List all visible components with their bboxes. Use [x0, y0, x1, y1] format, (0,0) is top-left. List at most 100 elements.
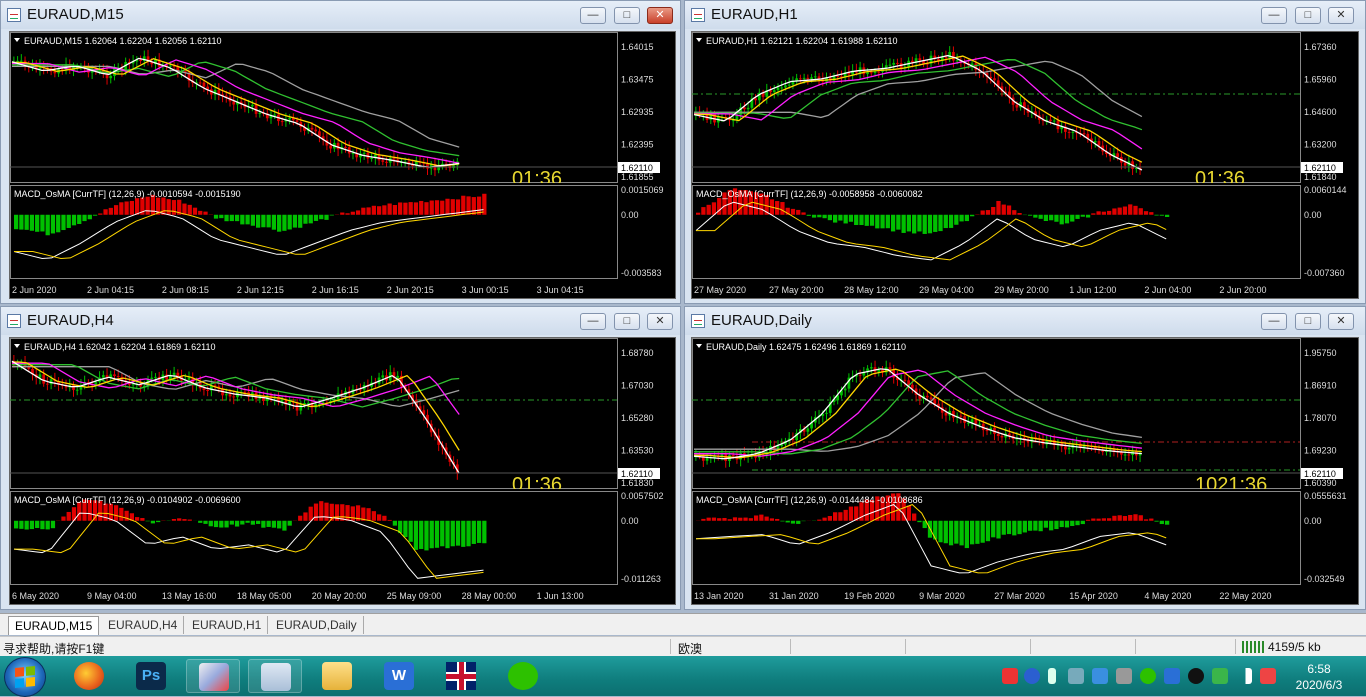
tab-euraud-h4[interactable]: EURAUD,H4 [102, 616, 184, 634]
macd-histogram-bar [707, 205, 711, 215]
candle-body [859, 375, 862, 376]
chart-area[interactable]: EURAUD,M15 1.62064 1.62204 1.62056 1.621… [9, 31, 676, 299]
time-axis-label: 29 May 20:00 [994, 285, 1049, 295]
security-icon[interactable] [1212, 668, 1228, 684]
close-button[interactable]: ✕ [1328, 313, 1354, 330]
macd-axis-label: -0.003583 [621, 268, 662, 278]
macd-histogram-bar [256, 215, 260, 228]
qq-icon[interactable] [1188, 668, 1204, 684]
window-titlebar[interactable]: EURAUD,H4 — □ ✕ [1, 307, 680, 335]
taskbar-app[interactable] [186, 659, 240, 693]
close-button[interactable]: ✕ [1328, 7, 1354, 24]
taskbar-app[interactable] [496, 659, 550, 693]
macd-histogram-bar [754, 515, 758, 520]
maximize-button[interactable]: □ [614, 313, 640, 330]
maximize-button[interactable]: □ [1295, 313, 1321, 330]
candle-body [154, 377, 157, 378]
candle-body [892, 63, 895, 65]
bar-timer: 1021:36 [1195, 474, 1267, 496]
macd-histogram-bar [1007, 205, 1011, 214]
signal-icon[interactable] [1236, 668, 1252, 684]
network-icon[interactable] [1116, 668, 1132, 684]
taskbar-clock[interactable]: 6:58 2020/6/3 [1284, 661, 1354, 693]
candle-body [1071, 132, 1074, 133]
metatrader-icon [261, 663, 291, 691]
candle-body [139, 60, 142, 61]
minimize-button[interactable]: — [1261, 313, 1287, 330]
chart-window-m15[interactable]: EURAUD,M15 — □ ✕ EURAUD,M15 1.62064 1.62… [0, 0, 681, 304]
price-axis-label: 1.64015 [621, 42, 654, 52]
tab-euraud-h1[interactable]: EURAUD,H1 [186, 616, 268, 634]
time-axis-label: 20 May 20:00 [312, 591, 367, 601]
taskbar-app[interactable] [434, 659, 488, 693]
macd-histogram-bar [1028, 215, 1032, 216]
help-icon[interactable] [1024, 668, 1040, 684]
status-divider [790, 639, 791, 654]
shield-icon[interactable] [1092, 668, 1108, 684]
chart-window-h4[interactable]: EURAUD,H4 — □ ✕ EURAUD,H4 1.62042 1.6220… [0, 306, 681, 610]
macd-histogram-bar [1154, 215, 1158, 216]
start-button[interactable] [4, 657, 46, 697]
status-divider [1135, 639, 1136, 654]
macd-info: MACD_OsMA [CurrTF] (12,26,9) -0.0144484 … [696, 495, 923, 505]
macd-histogram-bar [991, 521, 995, 538]
price-chart[interactable]: EURAUD,H1 1.62121 1.62204 1.61988 1.6211… [692, 32, 1358, 298]
minimize-button[interactable]: — [1261, 7, 1287, 24]
tray-expand-icon[interactable] [1048, 668, 1056, 684]
maximize-button[interactable]: □ [1295, 7, 1321, 24]
macd-histogram-bar [119, 202, 123, 214]
chart-area[interactable]: EURAUD,Daily 1.62475 1.62496 1.61869 1.6… [691, 337, 1359, 605]
chart-area[interactable]: EURAUD,H4 1.62042 1.62204 1.61869 1.6211… [9, 337, 676, 605]
macd-histogram-bar [277, 215, 281, 232]
macd-histogram-bar [738, 518, 742, 521]
macd-histogram-bar [140, 518, 144, 521]
volume-icon[interactable] [1260, 668, 1276, 684]
taskbar-app[interactable] [310, 659, 364, 693]
time-axis-label: 1 Jun 13:00 [537, 591, 584, 601]
minimize-button[interactable]: — [580, 313, 606, 330]
status-divider [1235, 639, 1236, 654]
antivirus-icon[interactable] [1164, 668, 1180, 684]
macd-histogram-bar [230, 521, 234, 525]
macd-histogram-bar [1017, 521, 1021, 534]
macd-histogram-bar [1065, 215, 1069, 224]
symbol-info: EURAUD,Daily 1.62475 1.62496 1.61869 1.6… [706, 342, 906, 352]
time-axis-label: 2 Jun 12:15 [237, 285, 284, 295]
taskbar-app[interactable] [62, 659, 116, 693]
macd-histogram-bar [182, 204, 186, 215]
taskbar-app[interactable]: W [372, 659, 426, 693]
macd-histogram-bar [324, 215, 328, 220]
macd-histogram-bar [1091, 213, 1095, 214]
tab-euraud-daily[interactable]: EURAUD,Daily [270, 616, 364, 634]
close-button[interactable]: ✕ [647, 313, 673, 330]
maximize-button[interactable]: □ [614, 7, 640, 24]
macd-histogram-bar [30, 215, 34, 231]
window-titlebar[interactable]: EURAUD,Daily — □ ✕ [685, 307, 1365, 335]
macd-histogram-bar [251, 521, 255, 525]
window-titlebar[interactable]: EURAUD,M15 — □ ✕ [1, 1, 680, 29]
time-axis-label: 27 May 20:00 [769, 285, 824, 295]
taskbar-app[interactable] [248, 659, 302, 693]
chart-window-daily[interactable]: EURAUD,Daily — □ ✕ EURAUD,Daily 1.62475 … [684, 306, 1366, 610]
macd-panel-frame [11, 186, 618, 279]
macd-histogram-bar [188, 520, 192, 521]
taskbar-app[interactable]: Ps [124, 659, 178, 693]
macd-histogram-bar [1002, 205, 1006, 215]
macd-histogram-bar [319, 501, 323, 521]
wechat-tray-icon[interactable] [1140, 668, 1156, 684]
sogou-input-icon[interactable] [1002, 668, 1018, 684]
macd-axis-label: 0.00 [621, 516, 639, 526]
candle-body [1064, 446, 1067, 449]
battery-icon[interactable] [1068, 668, 1084, 684]
chart-window-h1[interactable]: EURAUD,H1 — □ ✕ EURAUD,H1 1.62121 1.6220… [684, 0, 1366, 304]
minimize-button[interactable]: — [580, 7, 606, 24]
price-chart[interactable]: EURAUD,H4 1.62042 1.62204 1.61869 1.6211… [10, 338, 675, 604]
tab-euraud-m15[interactable]: EURAUD,M15 [8, 616, 99, 635]
close-button[interactable]: ✕ [647, 7, 673, 24]
window-titlebar[interactable]: EURAUD,H1 — □ ✕ [685, 1, 1365, 29]
chart-area[interactable]: EURAUD,H1 1.62121 1.62204 1.61988 1.6211… [691, 31, 1359, 299]
price-chart[interactable]: EURAUD,Daily 1.62475 1.62496 1.61869 1.6… [692, 338, 1358, 604]
macd-histogram-bar [456, 521, 460, 546]
price-chart[interactable]: EURAUD,M15 1.62064 1.62204 1.62056 1.621… [10, 32, 675, 298]
macd-histogram-bar [135, 517, 139, 521]
